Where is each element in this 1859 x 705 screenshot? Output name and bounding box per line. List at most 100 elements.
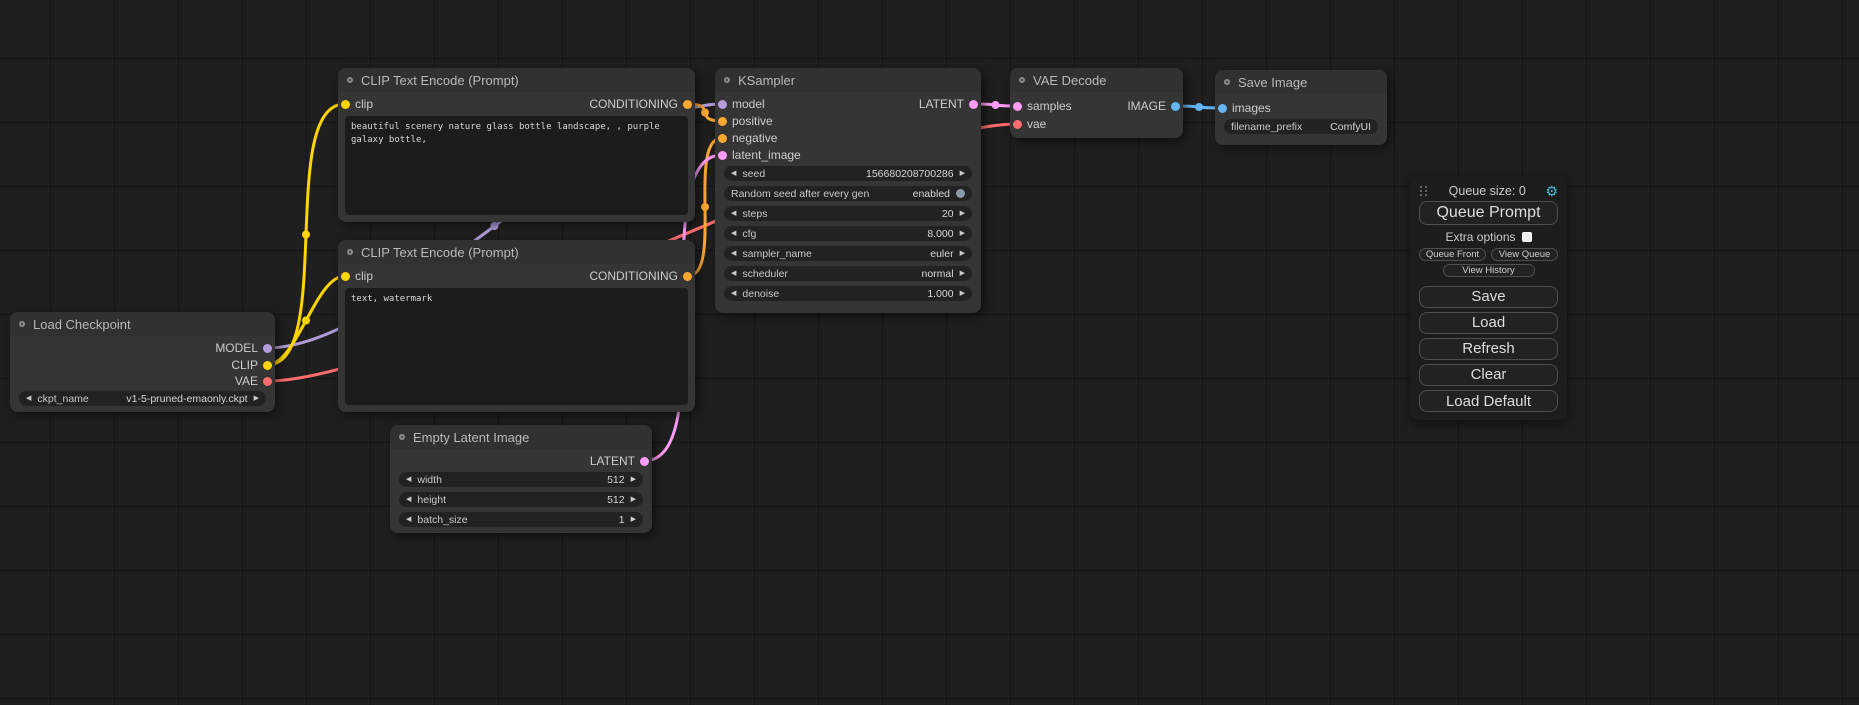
latent-output-port[interactable] xyxy=(640,457,649,466)
arrow-right-icon[interactable]: ▶ xyxy=(960,246,965,261)
conditioning-output-port[interactable] xyxy=(683,100,692,109)
node-header[interactable]: CLIP Text Encode (Prompt) xyxy=(338,240,695,264)
arrow-left-icon[interactable]: ◀ xyxy=(731,286,736,301)
arrow-left-icon[interactable]: ◀ xyxy=(406,512,411,527)
node-header[interactable]: CLIP Text Encode (Prompt) xyxy=(338,68,695,92)
wire-midpoint-dot[interactable] xyxy=(1195,103,1203,111)
model-input-port[interactable] xyxy=(718,100,727,109)
clip-input-port[interactable] xyxy=(341,272,350,281)
widget-filename-prefix[interactable]: filename_prefix ComfyUI xyxy=(1224,119,1378,134)
positive-input-port[interactable] xyxy=(718,117,727,126)
arrow-right-icon[interactable]: ▶ xyxy=(631,512,636,527)
node-collapse-dot[interactable] xyxy=(1019,77,1025,83)
arrow-right-icon[interactable]: ▶ xyxy=(631,472,636,487)
widget-sampler-name[interactable]: ◀ sampler_name euler ▶ xyxy=(724,246,972,261)
node-load-checkpoint[interactable]: Load Checkpoint MODEL CLIP VAE ◀ ckpt_na… xyxy=(10,312,275,412)
load-button[interactable]: Load xyxy=(1419,312,1558,334)
node-header[interactable]: Empty Latent Image xyxy=(390,425,652,449)
clear-button[interactable]: Clear xyxy=(1419,364,1558,386)
node-save-image[interactable]: Save Image images filename_prefix ComfyU… xyxy=(1215,70,1387,145)
widget-cfg[interactable]: ◀ cfg 8.000 ▶ xyxy=(724,226,972,241)
arrow-left-icon[interactable]: ◀ xyxy=(406,492,411,507)
output-slot-vae: VAE xyxy=(235,373,275,389)
node-collapse-dot[interactable] xyxy=(399,434,405,440)
settings-gear-icon[interactable]: ⚙ xyxy=(1545,184,1558,198)
node-header[interactable]: VAE Decode xyxy=(1010,68,1183,92)
node-collapse-dot[interactable] xyxy=(347,77,353,83)
widget-batch-size[interactable]: ◀ batch_size 1 ▶ xyxy=(399,512,643,527)
view-history-button[interactable]: View History xyxy=(1443,264,1535,277)
wire-midpoint-dot[interactable] xyxy=(302,231,310,239)
extra-options-checkbox[interactable] xyxy=(1522,232,1532,242)
wire-midpoint-dot[interactable] xyxy=(701,109,709,117)
wire-midpoint-dot[interactable] xyxy=(302,317,310,325)
vae-output-port[interactable] xyxy=(263,377,272,386)
arrow-left-icon[interactable]: ◀ xyxy=(26,391,31,406)
node-header[interactable]: Load Checkpoint xyxy=(10,312,275,336)
arrow-left-icon[interactable]: ◀ xyxy=(406,472,411,487)
arrow-right-icon[interactable]: ▶ xyxy=(960,286,965,301)
node-clip-text-encode-positive[interactable]: CLIP Text Encode (Prompt) clip CONDITION… xyxy=(338,68,695,222)
node-clip-text-encode-negative[interactable]: CLIP Text Encode (Prompt) clip CONDITION… xyxy=(338,240,695,412)
slot-label: CONDITIONING xyxy=(589,269,678,283)
clip-output-port[interactable] xyxy=(263,361,272,370)
arrow-left-icon[interactable]: ◀ xyxy=(731,266,736,281)
widget-label: scheduler xyxy=(742,268,788,280)
save-button[interactable]: Save xyxy=(1419,286,1558,308)
widget-random-seed-toggle[interactable]: Random seed after every gen enabled xyxy=(724,186,972,201)
input-slot-latent-image: latent_image xyxy=(715,147,801,163)
node-collapse-dot[interactable] xyxy=(724,77,730,83)
arrow-right-icon[interactable]: ▶ xyxy=(960,166,965,181)
arrow-right-icon[interactable]: ▶ xyxy=(254,391,259,406)
node-ksampler[interactable]: KSampler model positive negative latent_… xyxy=(715,68,981,313)
node-collapse-dot[interactable] xyxy=(347,249,353,255)
wire-midpoint-dot[interactable] xyxy=(992,101,1000,109)
node-empty-latent-image[interactable]: Empty Latent Image LATENT ◀ width 512 ▶ … xyxy=(390,425,652,533)
widget-width[interactable]: ◀ width 512 ▶ xyxy=(399,472,643,487)
arrow-left-icon[interactable]: ◀ xyxy=(731,226,736,241)
widget-ckpt-name[interactable]: ◀ ckpt_name v1-5-pruned-emaonly.ckpt ▶ xyxy=(19,391,266,406)
slot-label: LATENT xyxy=(919,97,964,111)
load-default-button[interactable]: Load Default xyxy=(1419,390,1558,412)
refresh-button[interactable]: Refresh xyxy=(1419,338,1558,360)
prompt-textarea-negative[interactable]: text, watermark xyxy=(345,288,688,405)
arrow-left-icon[interactable]: ◀ xyxy=(731,166,736,181)
node-graph-canvas[interactable]: Load Checkpoint MODEL CLIP VAE ◀ ckpt_na… xyxy=(0,0,1859,705)
widget-scheduler[interactable]: ◀ scheduler normal ▶ xyxy=(724,266,972,281)
prompt-textarea-positive[interactable]: beautiful scenery nature glass bottle la… xyxy=(345,116,688,215)
vae-input-port[interactable] xyxy=(1013,120,1022,129)
arrow-right-icon[interactable]: ▶ xyxy=(960,206,965,221)
clip-input-port[interactable] xyxy=(341,100,350,109)
queue-prompt-button[interactable]: Queue Prompt xyxy=(1419,201,1558,225)
latent-output-port[interactable] xyxy=(969,100,978,109)
node-collapse-dot[interactable] xyxy=(1224,79,1230,85)
widget-denoise[interactable]: ◀ denoise 1.000 ▶ xyxy=(724,286,972,301)
wire-midpoint-dot[interactable] xyxy=(491,222,499,230)
widget-height[interactable]: ◀ height 512 ▶ xyxy=(399,492,643,507)
node-header[interactable]: Save Image xyxy=(1215,70,1387,94)
panel-drag-handle-icon[interactable] xyxy=(1419,185,1429,197)
conditioning-output-port[interactable] xyxy=(683,272,692,281)
node-vae-decode[interactable]: VAE Decode samples vae IMAGE xyxy=(1010,68,1183,138)
image-output-port[interactable] xyxy=(1171,102,1180,111)
arrow-left-icon[interactable]: ◀ xyxy=(731,206,736,221)
negative-input-port[interactable] xyxy=(718,134,727,143)
queue-front-button[interactable]: Queue Front xyxy=(1419,248,1486,261)
model-output-port[interactable] xyxy=(263,344,272,353)
arrow-right-icon[interactable]: ▶ xyxy=(960,226,965,241)
node-title: CLIP Text Encode (Prompt) xyxy=(361,245,519,260)
arrow-right-icon[interactable]: ▶ xyxy=(631,492,636,507)
node-title: KSampler xyxy=(738,73,795,88)
wire-midpoint-dot[interactable] xyxy=(701,203,709,211)
arrow-left-icon[interactable]: ◀ xyxy=(731,246,736,261)
widget-steps[interactable]: ◀ steps 20 ▶ xyxy=(724,206,972,221)
images-input-port[interactable] xyxy=(1218,104,1227,113)
view-queue-button[interactable]: View Queue xyxy=(1491,248,1558,261)
node-header[interactable]: KSampler xyxy=(715,68,981,92)
latent-image-input-port[interactable] xyxy=(718,151,727,160)
node-collapse-dot[interactable] xyxy=(19,321,25,327)
widget-seed[interactable]: ◀ seed 156680208700286 ▶ xyxy=(724,166,972,181)
samples-input-port[interactable] xyxy=(1013,102,1022,111)
input-slot-samples: samples xyxy=(1010,98,1072,114)
arrow-right-icon[interactable]: ▶ xyxy=(960,266,965,281)
